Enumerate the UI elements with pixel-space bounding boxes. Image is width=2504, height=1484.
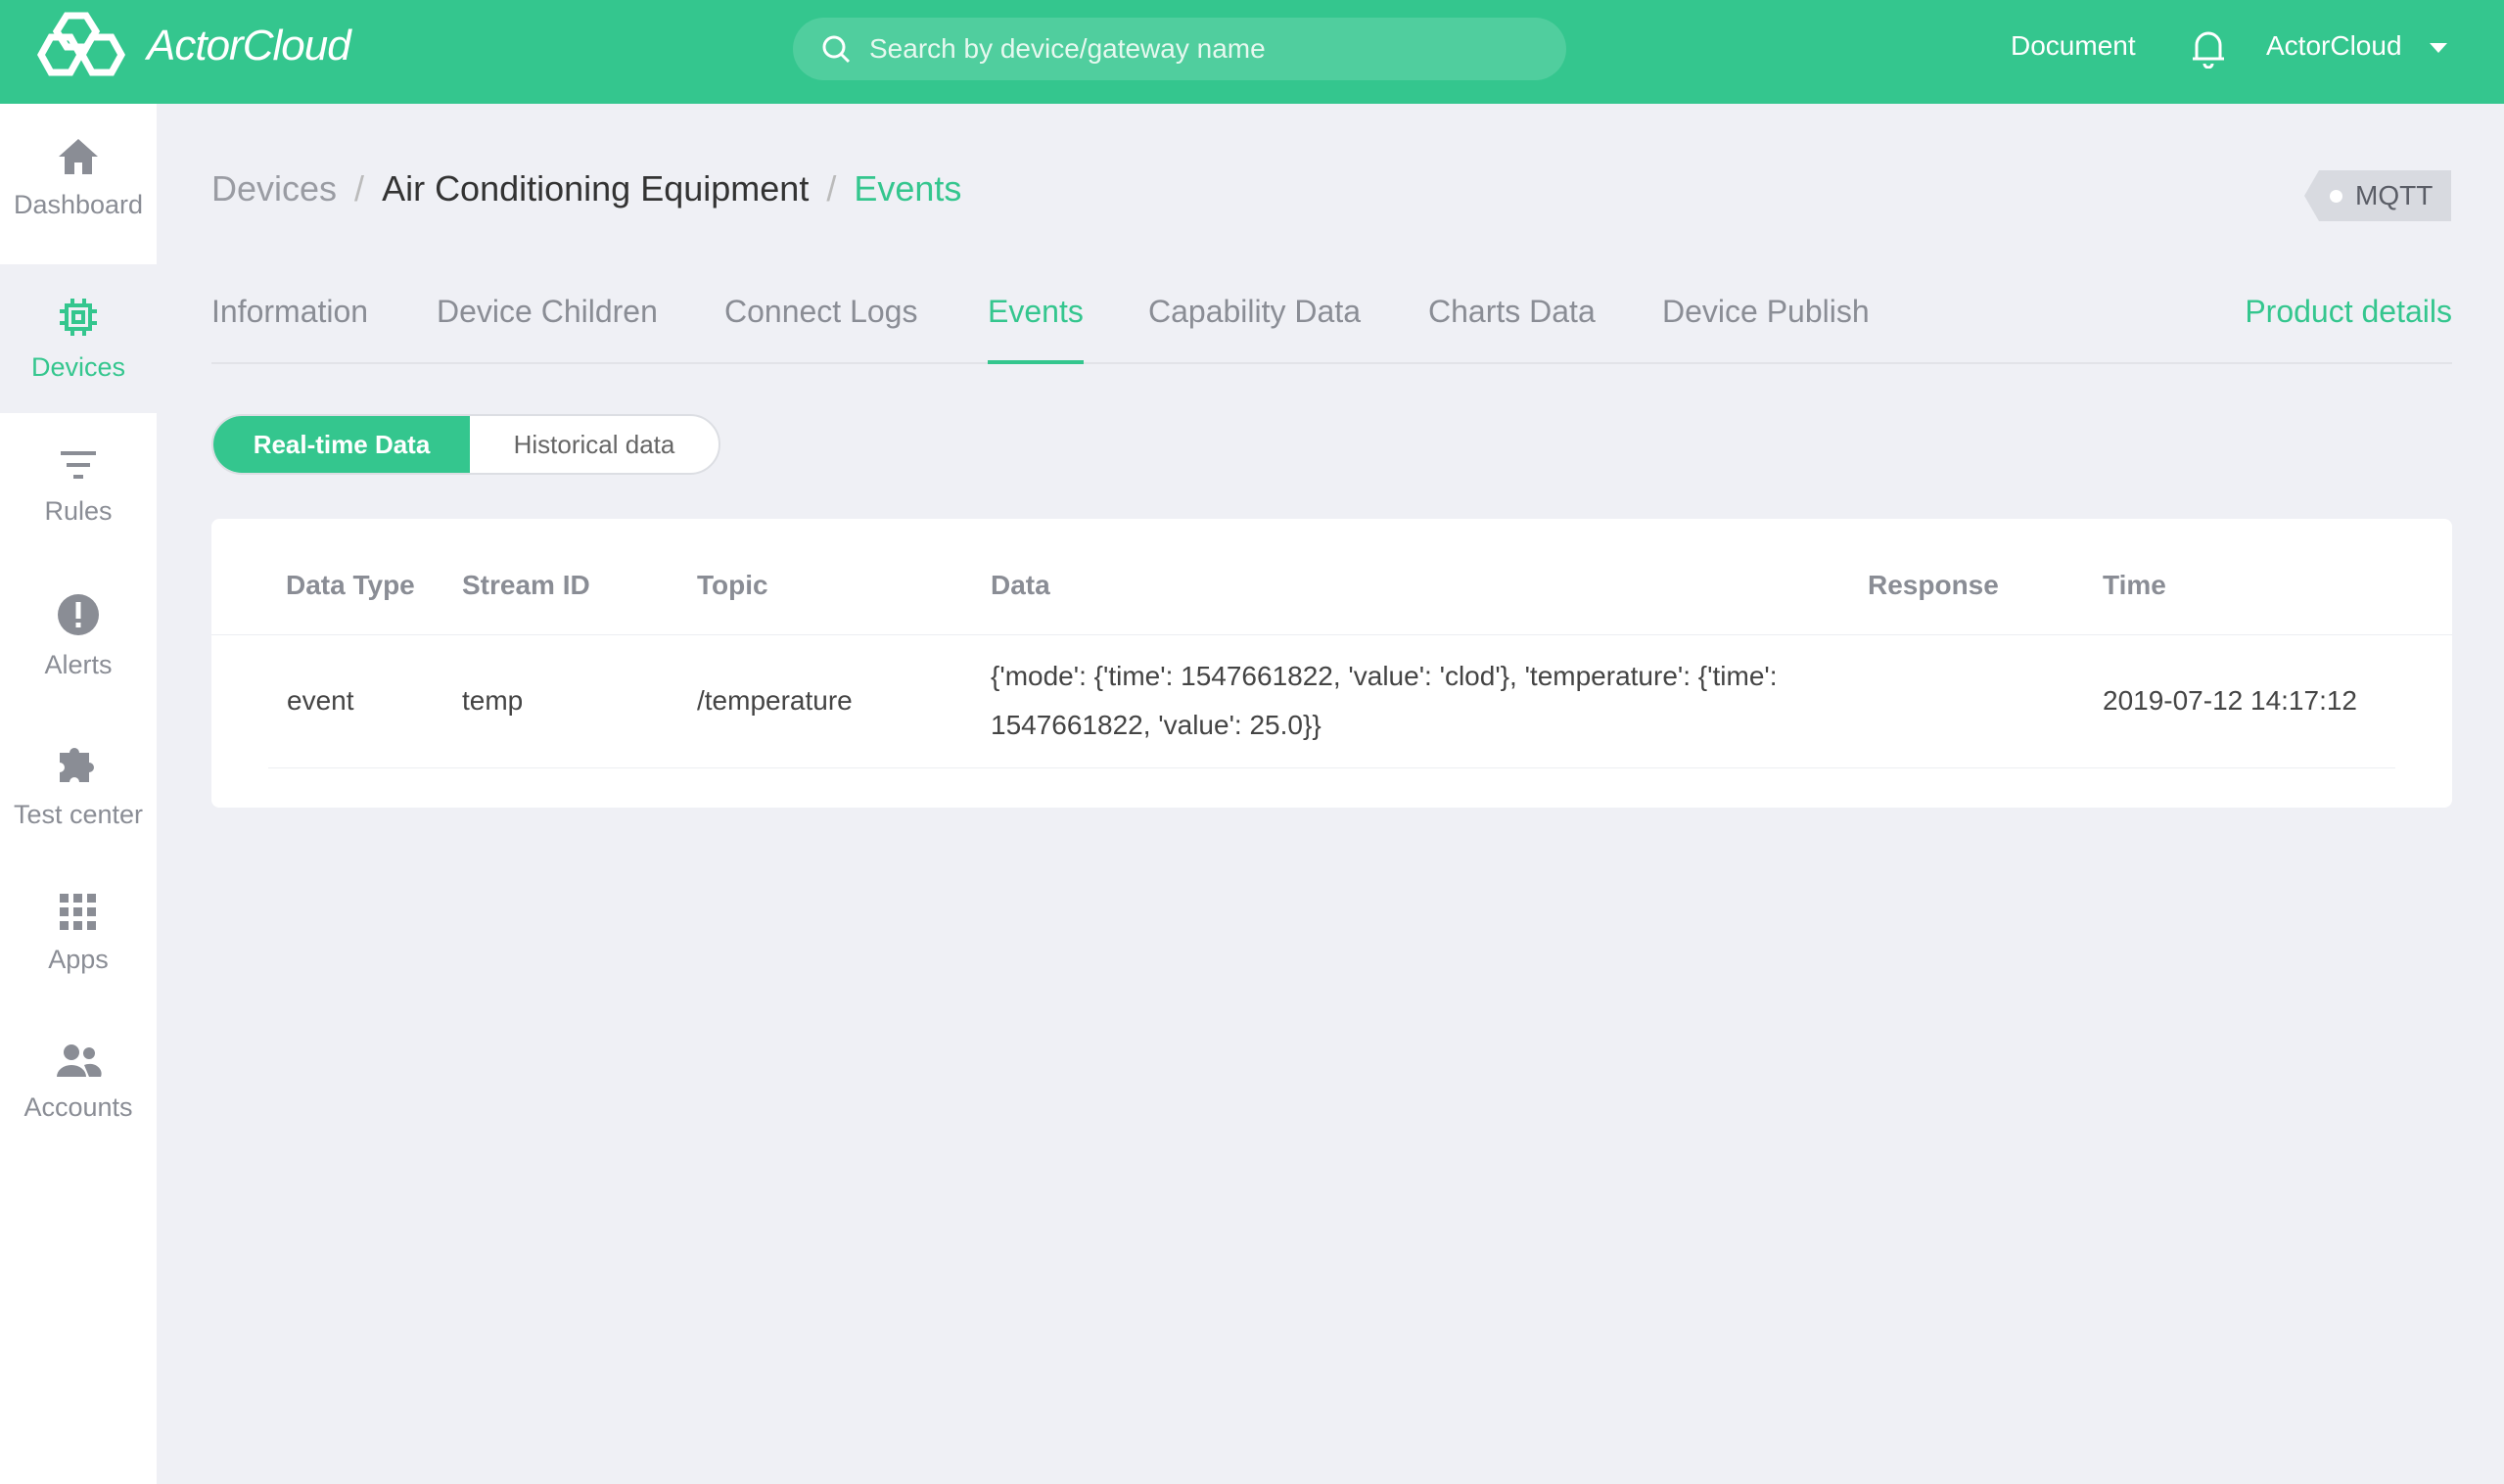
tab-capability-data[interactable]: Capability Data — [1148, 290, 1361, 364]
historical-data-button[interactable]: Historical data — [470, 416, 719, 473]
home-icon — [59, 138, 98, 174]
sidebar-item-label: Apps — [48, 944, 109, 974]
logo-text: ActorCloud — [147, 22, 351, 70]
search-placeholder: Search by device/gateway name — [869, 33, 1266, 64]
sidebar-item-test-center[interactable]: Test center — [0, 711, 157, 859]
tab-information[interactable]: Information — [211, 290, 368, 364]
cell-data-line2: 1547661822, 'value': 25.0}} — [991, 710, 1322, 740]
search-input[interactable]: Search by device/gateway name — [793, 18, 1566, 80]
breadcrumb-devices[interactable]: Devices — [211, 168, 337, 209]
column-header-time: Time — [2103, 570, 2166, 600]
tab-charts-data[interactable]: Charts Data — [1428, 290, 1596, 364]
sidebar-item-devices[interactable]: Devices — [0, 264, 157, 413]
actorcloud-logo-icon[interactable] — [37, 12, 135, 80]
puzzle-icon — [60, 747, 94, 782]
sidebar-item-label: Alerts — [44, 649, 113, 679]
sidebar-item-label: Rules — [44, 495, 113, 526]
sidebar-item-label: Accounts — [23, 1091, 133, 1122]
realtime-data-button[interactable]: Real-time Data — [213, 416, 470, 473]
cell-topic: /temperature — [697, 685, 853, 716]
tab-connect-logs[interactable]: Connect Logs — [724, 290, 917, 364]
tab-device-publish[interactable]: Device Publish — [1662, 290, 1870, 364]
breadcrumb: Devices / Air Conditioning Equipment / Event… — [211, 168, 962, 209]
column-header-topic: Topic — [697, 570, 768, 600]
cell-data-line1: {'mode': {'time': 1547661822, 'value': '… — [991, 661, 1778, 691]
events-table: Data Type Stream ID Topic Data Response … — [211, 519, 2452, 808]
top-header: ActorCloud Search by device/gateway name… — [0, 0, 2504, 104]
sidebar-item-dashboard[interactable]: Dashboard — [0, 104, 157, 253]
grid-icon — [60, 893, 96, 930]
sidebar-item-label: Devices — [30, 351, 126, 382]
breadcrumb-device[interactable]: Air Conditioning Equipment — [382, 168, 809, 209]
document-link[interactable]: Document — [2011, 30, 2136, 62]
data-mode-toggle: Real-time Data Historical data — [211, 414, 720, 475]
column-header-response: Response — [1868, 570, 1999, 600]
cell-time: 2019-07-12 14:17:12 — [2103, 685, 2357, 716]
cell-stream-id: temp — [462, 685, 524, 716]
chip-icon — [60, 298, 97, 336]
user-menu[interactable]: ActorCloud — [2266, 30, 2402, 62]
users-icon — [57, 1043, 102, 1077]
sidebar-item-label: Dashboard — [13, 189, 144, 219]
column-header-data: Data — [991, 570, 1050, 600]
sidebar: Dashboard Devices Rules Alerts Test cent… — [0, 104, 157, 1484]
sidebar-item-accounts[interactable]: Accounts — [0, 1008, 157, 1157]
search-icon — [822, 35, 851, 64]
tab-device-children[interactable]: Device Children — [437, 290, 658, 364]
column-header-data-type: Data Type — [286, 570, 415, 600]
alert-icon — [58, 593, 99, 635]
breadcrumb-current: Events — [854, 168, 962, 209]
sidebar-item-label: Test center — [13, 799, 144, 829]
row-divider — [268, 767, 2395, 768]
sidebar-item-alerts[interactable]: Alerts — [0, 562, 157, 711]
header-divider — [211, 634, 2452, 635]
chevron-down-icon[interactable] — [2430, 43, 2447, 53]
sidebar-item-rules[interactable]: Rules — [0, 413, 157, 562]
filter-icon — [61, 450, 96, 479]
sidebar-item-apps[interactable]: Apps — [0, 859, 157, 1008]
product-details-link[interactable]: Product details — [2245, 294, 2452, 330]
tab-events[interactable]: Events — [988, 290, 1084, 364]
column-header-stream-id: Stream ID — [462, 570, 590, 600]
bell-icon[interactable] — [2191, 27, 2226, 69]
cell-data-type: event — [287, 685, 354, 716]
protocol-tag: MQTT — [2304, 170, 2451, 221]
tab-bar: Information Device Children Connect Logs… — [211, 290, 2452, 364]
